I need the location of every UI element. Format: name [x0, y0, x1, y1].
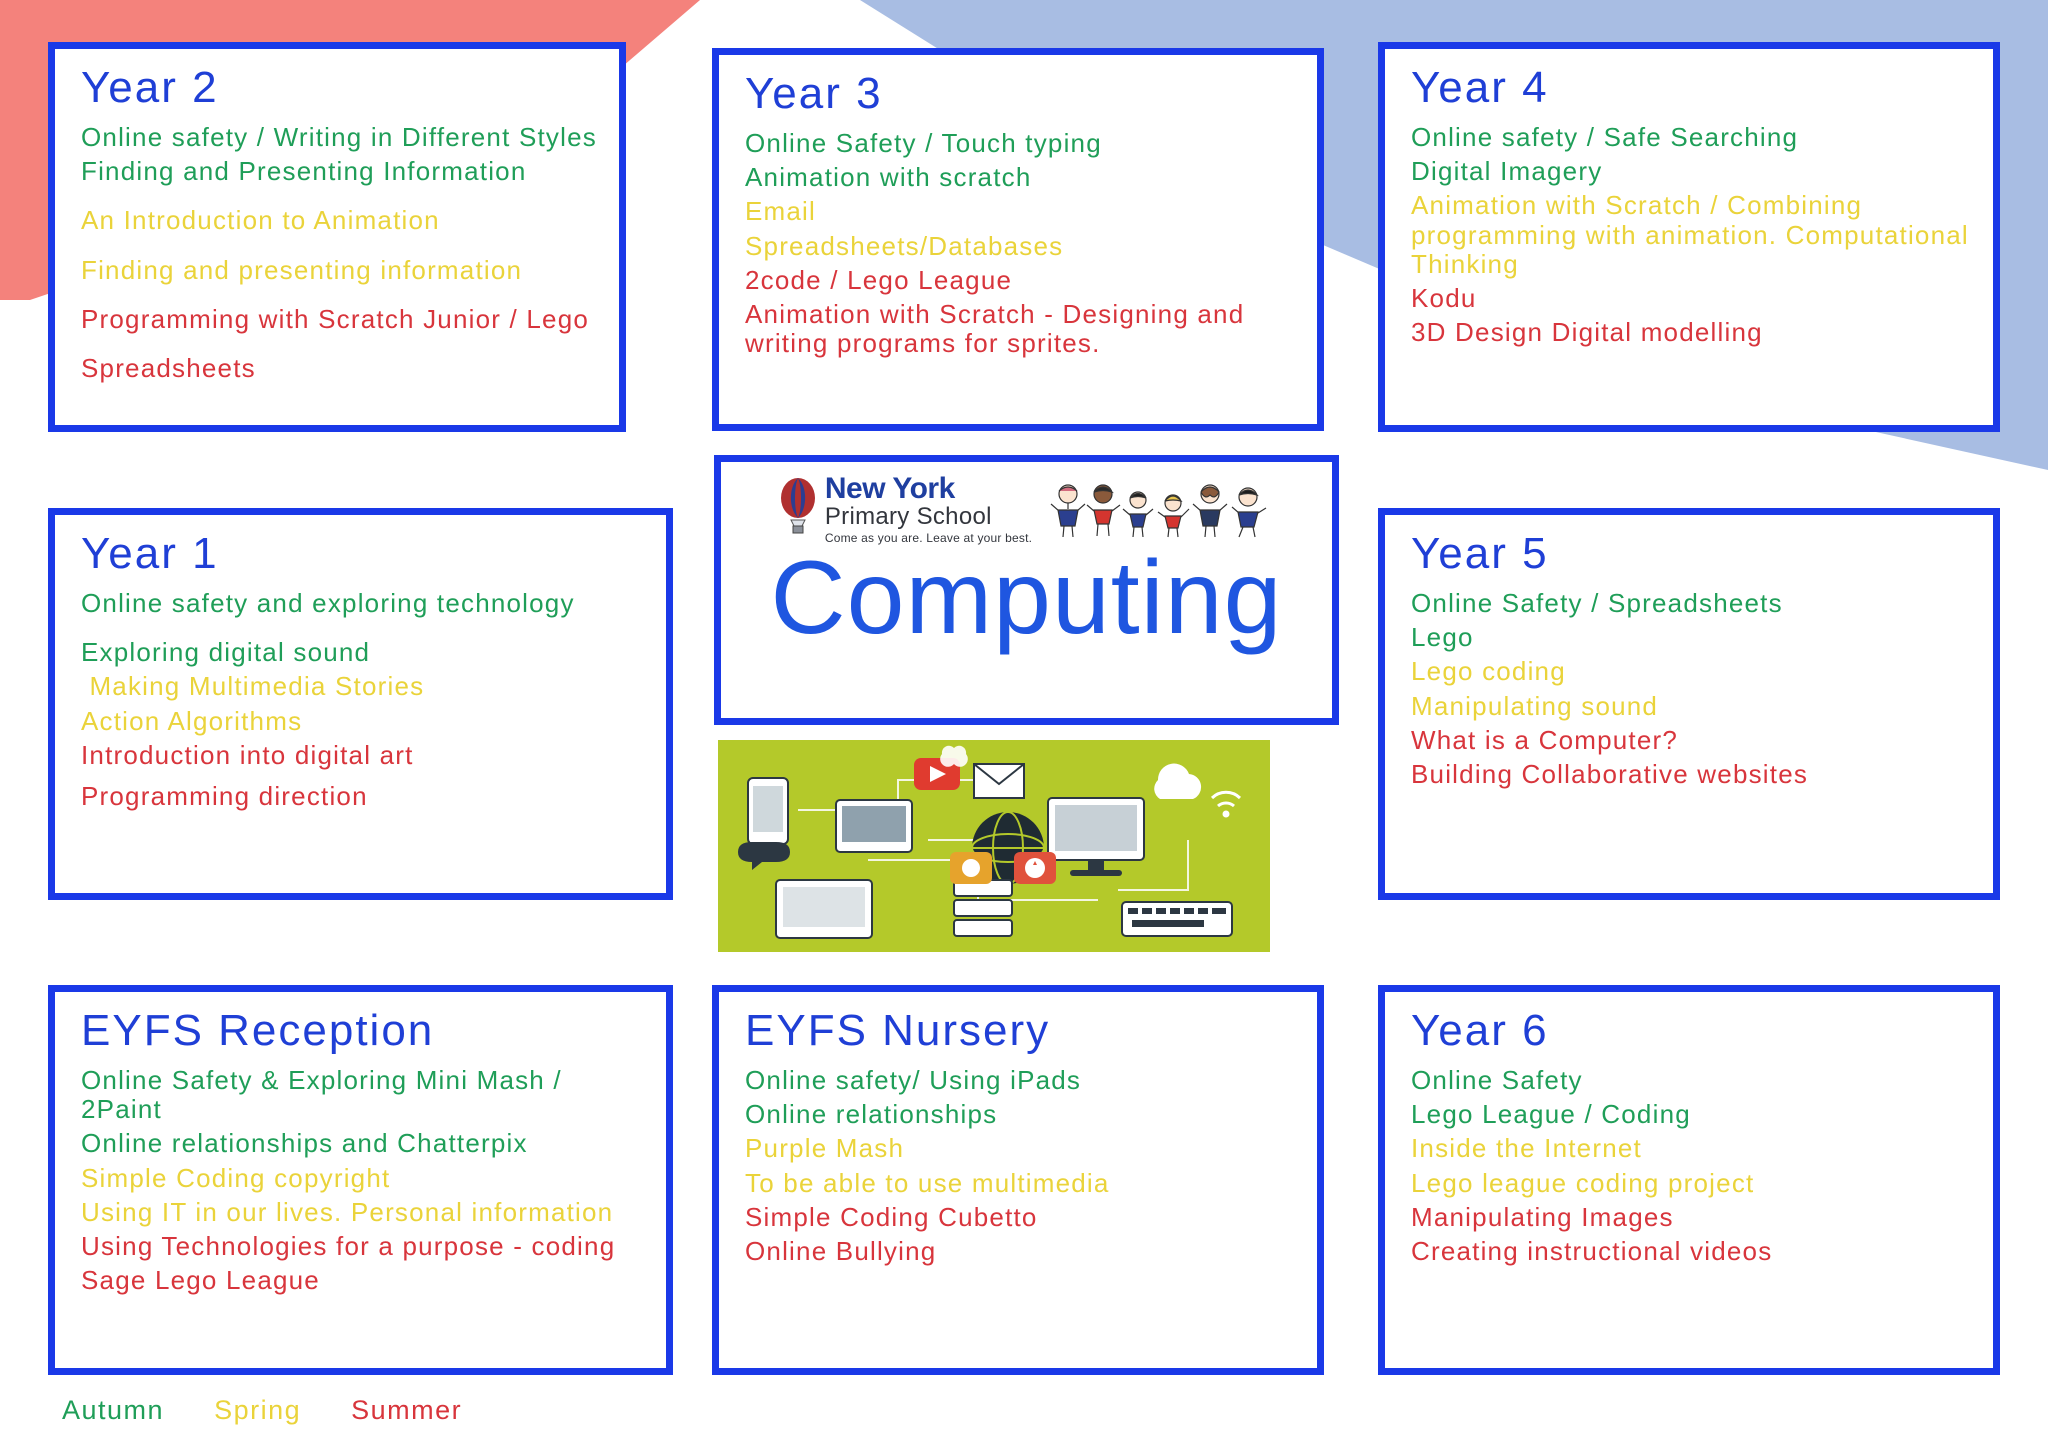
card-year-5: Year 5 Online Safety / Spreadsheets Lego… — [1378, 508, 2000, 900]
topic-item: What is a Computer? — [1411, 724, 1679, 755]
topic-item: To be able to use multimedia — [745, 1167, 1110, 1198]
card-year-1-title: Year 1 — [81, 529, 219, 578]
topic-item: Finding and Presenting Information — [81, 156, 527, 187]
topic-item: Making Multimedia Stories — [81, 671, 425, 702]
card-eyfs-nursery-title: EYFS Nursery — [745, 1006, 1051, 1055]
topic-item: Manipulating sound — [1411, 690, 1659, 721]
topic-item: Online safety / Safe Searching — [1411, 122, 1799, 153]
topic-item: Digital Imagery — [1411, 156, 1603, 187]
card-year-2: Year 2 Online safety / Writing in Differ… — [48, 42, 626, 432]
topic-item: Online Safety / Spreadsheets — [1411, 588, 1783, 619]
key-spring: Spring — [214, 1395, 302, 1425]
topic-item: Online Safety / Touch typing — [745, 128, 1102, 159]
topic-item: Building Collaborative websites — [1411, 758, 1809, 789]
card-year-1: Year 1 Online safety and exploring techn… — [48, 508, 673, 900]
topic-item: Using IT in our lives. Personal informat… — [81, 1196, 614, 1227]
topic-item: 2code / Lego League — [745, 264, 1013, 295]
school-name-line1: New York — [824, 472, 955, 505]
topic-item: An Introduction to Animation — [81, 205, 440, 236]
card-eyfs-reception: EYFS Reception Online Safety & Exploring… — [48, 985, 673, 1375]
topic-item: Animation with Scratch / Combining progr… — [1411, 190, 1977, 279]
card-year-3: Year 3 Online Safety / Touch typing Anim… — [712, 48, 1324, 431]
card-year-2-body: Year 2 Online safety / Writing in Differ… — [55, 49, 619, 398]
topic-item: Online Bullying — [745, 1235, 937, 1266]
card-year-5-title: Year 5 — [1411, 529, 1549, 578]
topic-item: Online safety / Writing in Different Sty… — [81, 122, 597, 153]
topic-item: Creating instructional videos — [1411, 1235, 1773, 1266]
topic-item: Programming direction — [81, 780, 368, 811]
topic-item: Online relationships and Chatterpix — [81, 1128, 528, 1159]
computing-devices-collage-image — [718, 740, 1270, 952]
card-year-4-title: Year 4 — [1411, 63, 1549, 112]
hot-air-balloon-icon — [777, 478, 819, 536]
topic-item: Manipulating Images — [1411, 1201, 1674, 1232]
card-year-6-title: Year 6 — [1411, 1006, 1549, 1055]
card-year-4: Year 4 Online safety / Safe Searching Di… — [1378, 42, 2000, 432]
topic-item: Online safety and exploring technology — [81, 588, 575, 619]
topic-item: Finding and presenting information — [81, 254, 523, 285]
topic-item: Email — [745, 196, 817, 227]
card-year-5-body: Year 5 Online Safety / Spreadsheets Lego… — [1385, 515, 1993, 804]
card-year-3-title: Year 3 — [745, 69, 883, 118]
topic-item: Online relationships — [745, 1099, 998, 1130]
card-eyfs-nursery-body: EYFS Nursery Online safety/ Using iPads … — [719, 992, 1317, 1281]
card-eyfs-reception-title: EYFS Reception — [81, 1006, 435, 1055]
card-year-6-body: Year 6 Online Safety Lego League / Codin… — [1385, 992, 1993, 1281]
topic-item: Using Technologies for a purpose - codin… — [81, 1230, 616, 1261]
key-summer: Summer — [351, 1395, 463, 1425]
topic-item: Action Algorithms — [81, 705, 303, 736]
term-colour-key: Autumn Spring Summer — [62, 1395, 462, 1426]
topic-item: Online Safety — [1411, 1065, 1583, 1096]
card-year-6: Year 6 Online Safety Lego League / Codin… — [1378, 985, 2000, 1375]
topic-item: Online safety/ Using iPads — [745, 1065, 1082, 1096]
topic-item: Exploring digital sound — [81, 637, 371, 668]
key-autumn: Autumn — [62, 1395, 165, 1425]
topic-item: Lego league coding project — [1411, 1167, 1755, 1198]
school-logo-panel: New York Primary School Come as you are.… — [714, 455, 1339, 725]
school-name-block: New York Primary School Come as you are.… — [824, 472, 1032, 545]
topic-item: Online Safety & Exploring Mini Mash / 2P… — [81, 1065, 571, 1125]
topic-item: Kodu — [1411, 282, 1477, 313]
topic-item: Animation with scratch — [745, 162, 1032, 193]
card-eyfs-nursery: EYFS Nursery Online safety/ Using iPads … — [712, 985, 1324, 1375]
topic-item: Lego League / Coding — [1411, 1099, 1691, 1130]
children-holding-hands-icon — [1046, 480, 1276, 542]
topic-item: Programming with Scratch Junior / Lego — [81, 303, 590, 334]
topic-item: Animation with Scratch - Designing and w… — [745, 298, 1253, 358]
topic-item: Spreadsheets — [81, 352, 256, 383]
topic-item: Spreadsheets/Databases — [745, 230, 1064, 261]
card-eyfs-reception-body: EYFS Reception Online Safety & Exploring… — [55, 992, 666, 1310]
topic-item: Inside the Internet — [1411, 1133, 1642, 1164]
topic-item: Sage Lego League — [81, 1264, 320, 1295]
topic-item: Purple Mash — [745, 1133, 905, 1164]
topic-item: Lego — [1411, 622, 1474, 653]
card-year-3-body: Year 3 Online Safety / Touch typing Anim… — [719, 55, 1317, 373]
card-year-2-title: Year 2 — [81, 63, 219, 112]
topic-item: Introduction into digital art — [81, 739, 414, 770]
school-logo: New York Primary School Come as you are.… — [777, 474, 1032, 544]
topic-item: Simple Coding copyright — [81, 1162, 391, 1193]
card-year-4-body: Year 4 Online safety / Safe Searching Di… — [1385, 49, 1993, 362]
card-year-1-body: Year 1 Online safety and exploring techn… — [55, 515, 666, 826]
page-title: Computing — [770, 540, 1283, 656]
topic-item: 3D Design Digital modelling — [1411, 316, 1763, 347]
school-name-line2: Primary School — [824, 503, 992, 530]
logo-row: New York Primary School Come as you are.… — [721, 462, 1332, 544]
topic-item: Simple Coding Cubetto — [745, 1201, 1038, 1232]
topic-item: Lego coding — [1411, 656, 1566, 687]
